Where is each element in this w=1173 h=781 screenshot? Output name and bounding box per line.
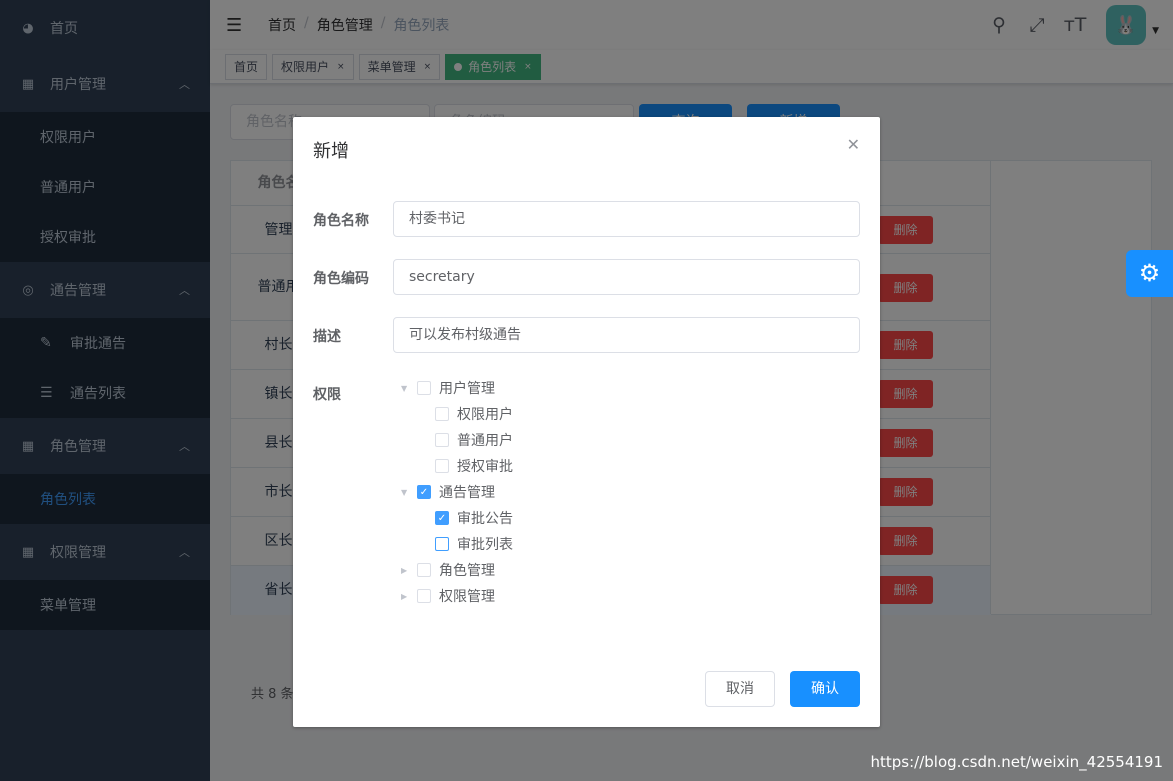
tree-node-normal-users[interactable]: 普通用户 bbox=[401, 427, 513, 453]
checkbox[interactable] bbox=[417, 381, 431, 395]
checkbox[interactable] bbox=[435, 407, 449, 421]
checkbox[interactable] bbox=[435, 459, 449, 473]
checkbox-checked[interactable]: ✓ bbox=[417, 485, 431, 499]
tree-node-label: 角色管理 bbox=[439, 563, 495, 579]
caret-right-icon[interactable]: ▶ bbox=[401, 566, 413, 575]
checkbox-checked[interactable]: ✓ bbox=[435, 511, 449, 525]
dialog-title: 新增 bbox=[313, 141, 349, 162]
tree-node-permission-management[interactable]: ▶ 权限管理 bbox=[401, 583, 513, 609]
confirm-button[interactable]: 确认 bbox=[790, 671, 860, 707]
gear-icon: ⚙ bbox=[1138, 259, 1161, 287]
tree-node-label: 用户管理 bbox=[439, 381, 495, 397]
tree-node-approve-list[interactable]: 审批列表 bbox=[401, 531, 513, 557]
tree-node-role-management[interactable]: ▶ 角色管理 bbox=[401, 557, 513, 583]
caret-down-icon[interactable]: ▼ bbox=[401, 488, 413, 497]
tree-node-approve-notice[interactable]: ✓ 审批公告 bbox=[401, 505, 513, 531]
checkbox[interactable] bbox=[435, 537, 449, 551]
permission-tree: ▼ 用户管理 权限用户 普通用户 授权审批 ▼ ✓ 通告管理 ✓ 审批公告 审批列表 ▶… bbox=[401, 375, 513, 609]
cancel-button[interactable]: 取消 bbox=[705, 671, 775, 707]
watermark: https://blog.csdn.net/weixin_42554191 bbox=[870, 753, 1163, 771]
role-name-label: 角色名称 bbox=[313, 213, 369, 229]
tree-node-user-management[interactable]: ▼ 用户管理 bbox=[401, 375, 513, 401]
tree-node-label: 权限管理 bbox=[439, 589, 495, 605]
settings-button[interactable]: ⚙ bbox=[1126, 250, 1173, 297]
permission-label: 权限 bbox=[313, 387, 341, 403]
tree-node-label: 权限用户 bbox=[457, 407, 513, 423]
role-name-input[interactable]: 村委书记 bbox=[393, 201, 860, 237]
tree-node-label: 审批列表 bbox=[457, 537, 513, 553]
tree-node-admin-users[interactable]: 权限用户 bbox=[401, 401, 513, 427]
tree-node-label: 通告管理 bbox=[439, 485, 495, 501]
checkbox[interactable] bbox=[417, 563, 431, 577]
tree-node-label: 普通用户 bbox=[457, 433, 513, 449]
tree-node-label: 授权审批 bbox=[457, 459, 513, 475]
tree-node-notice-management[interactable]: ▼ ✓ 通告管理 bbox=[401, 479, 513, 505]
close-icon[interactable]: ✕ bbox=[847, 135, 860, 154]
checkbox[interactable] bbox=[417, 589, 431, 603]
tree-node-label: 审批公告 bbox=[457, 511, 513, 527]
caret-down-icon[interactable]: ▼ bbox=[401, 384, 413, 393]
caret-right-icon[interactable]: ▶ bbox=[401, 592, 413, 601]
checkbox[interactable] bbox=[435, 433, 449, 447]
role-code-input[interactable]: secretary bbox=[393, 259, 860, 295]
description-input[interactable]: 可以发布村级通告 bbox=[393, 317, 860, 353]
tree-node-authorization[interactable]: 授权审批 bbox=[401, 453, 513, 479]
description-label: 描述 bbox=[313, 329, 341, 345]
add-role-dialog: 新增 ✕ 角色名称 村委书记 角色编码 secretary 描述 可以发布村级通… bbox=[293, 117, 880, 727]
role-code-label: 角色编码 bbox=[313, 271, 369, 287]
